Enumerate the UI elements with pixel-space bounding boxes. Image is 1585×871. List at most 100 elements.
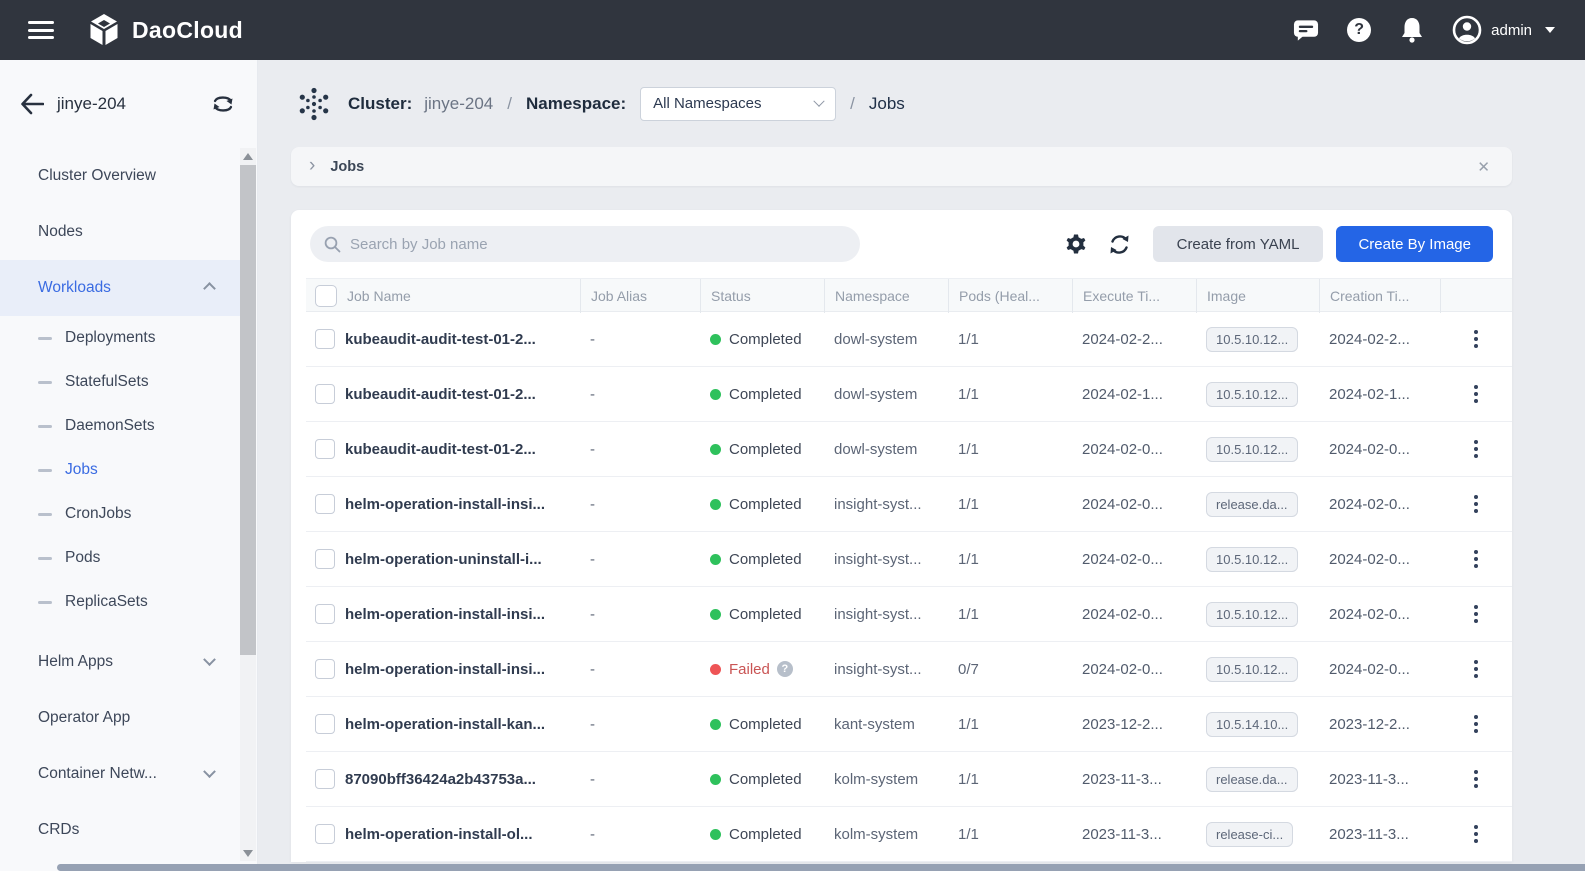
- scroll-down-arrow-icon[interactable]: [240, 845, 256, 861]
- sidebar-item-nodes[interactable]: Nodes: [0, 204, 240, 260]
- table-row[interactable]: helm-operation-install-insi...-Completed…: [306, 477, 1512, 532]
- chevron-down-icon: [203, 765, 216, 778]
- sidebar-item-container-netw[interactable]: Container Netw...: [0, 746, 240, 802]
- table-row[interactable]: kubeaudit-audit-test-01-2...-Completeddo…: [306, 422, 1512, 477]
- sidebar-item-helm-apps[interactable]: Helm Apps: [0, 634, 240, 690]
- column-header: Creation Ti...: [1319, 279, 1440, 313]
- sidebar-item-label: Jobs: [65, 461, 98, 479]
- namespace-cell: insight-syst...: [824, 606, 948, 623]
- column-header: Pods (Heal...: [948, 279, 1072, 313]
- table-row[interactable]: helm-operation-uninstall-i...-Completedi…: [306, 532, 1512, 587]
- table-row[interactable]: helm-operation-install-kan...-Completedk…: [306, 697, 1512, 752]
- user-menu[interactable]: admin: [1452, 15, 1555, 45]
- row-checkbox-cell: [306, 659, 345, 679]
- table-row[interactable]: helm-operation-install-insi...-Completed…: [306, 587, 1512, 642]
- table-row[interactable]: helm-operation-install-insi...-Failed?in…: [306, 642, 1512, 697]
- execute-time-cell: 2024-02-0...: [1072, 606, 1196, 623]
- row-checkbox[interactable]: [315, 384, 335, 404]
- namespace-cell: insight-syst...: [824, 551, 948, 568]
- sidebar-item-workloads[interactable]: Workloads: [0, 260, 240, 316]
- status-text: Completed: [729, 826, 801, 843]
- sidebar-item-statefulsets[interactable]: StatefulSets: [0, 360, 240, 404]
- job-name[interactable]: helm-operation-uninstall-i...: [345, 551, 580, 568]
- sidebar-item-daemonsets[interactable]: DaemonSets: [0, 404, 240, 448]
- cluster-value[interactable]: jinye-204: [424, 94, 493, 114]
- row-actions-kebab-icon[interactable]: [1470, 326, 1482, 352]
- sidebar-item-pods[interactable]: Pods: [0, 536, 240, 580]
- row-actions-kebab-icon[interactable]: [1470, 436, 1482, 462]
- sidebar-scroll-thumb[interactable]: [240, 165, 256, 655]
- job-name[interactable]: helm-operation-install-ol...: [345, 826, 580, 843]
- sidebar-item-label: Helm Apps: [38, 653, 113, 671]
- dash-bullet-icon: [38, 337, 52, 340]
- row-checkbox[interactable]: [315, 549, 335, 569]
- sidebar-item-crds[interactable]: CRDs: [0, 802, 240, 858]
- row-checkbox[interactable]: [315, 659, 335, 679]
- row-actions-kebab-icon[interactable]: [1470, 821, 1482, 847]
- status-cell: Completed: [700, 606, 824, 623]
- row-checkbox[interactable]: [315, 714, 335, 734]
- namespace-select[interactable]: All Namespaces: [640, 87, 836, 121]
- horizontal-scrollbar-thumb[interactable]: [57, 864, 1585, 871]
- select-all-checkbox[interactable]: [315, 285, 337, 307]
- row-actions-kebab-icon[interactable]: [1470, 656, 1482, 682]
- sidebar-item-cronjobs[interactable]: CronJobs: [0, 492, 240, 536]
- back-arrow-icon[interactable]: [20, 93, 44, 115]
- job-name[interactable]: helm-operation-install-insi...: [345, 496, 580, 513]
- sidebar-item-deployments[interactable]: Deployments: [0, 316, 240, 360]
- hamburger-menu-icon[interactable]: [28, 17, 54, 44]
- tab-jobs[interactable]: Jobs: [330, 159, 364, 175]
- jobs-panel: Create from YAML Create By Image Job Nam…: [291, 210, 1512, 862]
- row-actions-kebab-icon[interactable]: [1470, 711, 1482, 737]
- search-box[interactable]: [310, 226, 860, 262]
- job-name[interactable]: helm-operation-install-insi...: [345, 606, 580, 623]
- namespace-cell: kolm-system: [824, 771, 948, 788]
- table-row[interactable]: helm-operation-install-ol...-Completedko…: [306, 807, 1512, 862]
- sidebar-item-label: StatefulSets: [65, 373, 149, 391]
- sidebar-item-jobs[interactable]: Jobs: [0, 448, 240, 492]
- row-actions-kebab-icon[interactable]: [1470, 546, 1482, 572]
- job-name[interactable]: 87090bff36424a2b43753a...: [345, 771, 580, 788]
- row-actions-kebab-icon[interactable]: [1470, 766, 1482, 792]
- job-name[interactable]: helm-operation-install-insi...: [345, 661, 580, 678]
- job-name[interactable]: helm-operation-install-kan...: [345, 716, 580, 733]
- row-checkbox[interactable]: [315, 769, 335, 789]
- job-name[interactable]: kubeaudit-audit-test-01-2...: [345, 331, 580, 348]
- sidebar-item-operator-app[interactable]: Operator App: [0, 690, 240, 746]
- table-row[interactable]: kubeaudit-audit-test-01-2...-Completeddo…: [306, 312, 1512, 367]
- tab-close-icon[interactable]: ✕: [1473, 156, 1494, 178]
- row-checkbox[interactable]: [315, 824, 335, 844]
- row-checkbox[interactable]: [315, 494, 335, 514]
- settings-gear-icon[interactable]: [1064, 232, 1088, 256]
- scroll-up-arrow-icon[interactable]: [240, 148, 256, 164]
- create-from-yaml-button[interactable]: Create from YAML: [1153, 226, 1324, 262]
- job-alias: -: [580, 331, 700, 348]
- switch-cluster-icon[interactable]: [211, 93, 235, 115]
- row-actions-kebab-icon[interactable]: [1470, 491, 1482, 517]
- help-icon[interactable]: ?: [1346, 17, 1372, 43]
- table-row[interactable]: kubeaudit-audit-test-01-2...-Completeddo…: [306, 367, 1512, 422]
- table-row[interactable]: 87090bff36424a2b43753a...-Completedkolm-…: [306, 752, 1512, 807]
- row-checkbox[interactable]: [315, 329, 335, 349]
- job-name[interactable]: kubeaudit-audit-test-01-2...: [345, 386, 580, 403]
- create-by-image-button[interactable]: Create By Image: [1336, 226, 1493, 262]
- notifications-bell-icon[interactable]: [1399, 17, 1425, 43]
- image-cell: 10.5.10.12...: [1196, 437, 1319, 462]
- row-checkbox[interactable]: [315, 604, 335, 624]
- search-input[interactable]: [350, 236, 810, 253]
- row-checkbox[interactable]: [315, 439, 335, 459]
- sidebar-scrollbar[interactable]: [240, 148, 256, 861]
- job-name[interactable]: kubeaudit-audit-test-01-2...: [345, 441, 580, 458]
- row-actions-kebab-icon[interactable]: [1470, 381, 1482, 407]
- refresh-icon[interactable]: [1107, 232, 1132, 257]
- messages-icon[interactable]: [1293, 17, 1319, 43]
- status-help-icon[interactable]: ?: [777, 661, 793, 677]
- namespace-cell: insight-syst...: [824, 496, 948, 513]
- row-actions-kebab-icon[interactable]: [1470, 601, 1482, 627]
- cluster-dots-icon: [296, 86, 332, 122]
- status-dot-icon: [710, 389, 721, 400]
- sidebar-item-replicasets[interactable]: ReplicaSets: [0, 580, 240, 624]
- image-tag-chip: release-ci...: [1206, 822, 1293, 847]
- daocloud-logo[interactable]: DaoCloud: [86, 12, 243, 48]
- sidebar-item-cluster-overview[interactable]: Cluster Overview: [0, 148, 240, 204]
